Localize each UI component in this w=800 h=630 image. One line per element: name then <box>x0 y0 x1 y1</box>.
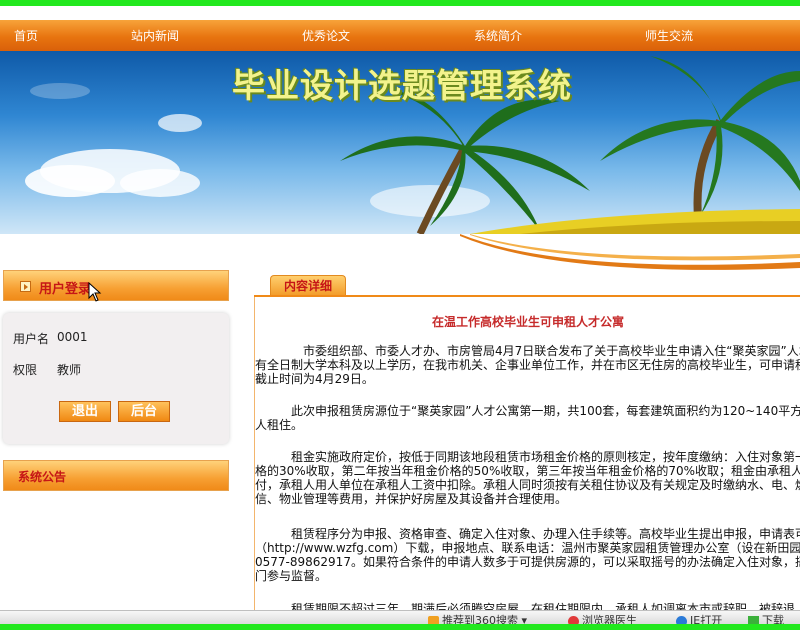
banner-swoosh <box>460 234 800 270</box>
article-paragraph: 市委组织部、市委人才办、市房管局4月7日联合发布了关于高校毕业生申请入住“聚英家… <box>255 344 800 386</box>
main-nav: 首页 站内新闻 优秀论文 系统简介 师生交流 <box>0 20 800 51</box>
article-line: 格的30%收取，第二年按当年租金价格的50%收取，第三年按当年租金价格的70%收… <box>255 464 800 478</box>
login-box-title: 用户登录 <box>39 282 92 297</box>
article-title: 在温工作高校毕业生可申租人才公寓 <box>431 315 624 329</box>
article-paragraph: 此次申报租赁房源位于“聚英家园”人才公寓第一期，共100套，每套建筑面积约为12… <box>255 404 800 432</box>
browser-status-bar: 推荐到360搜索 ▾ 浏览器医生 IE打开 下载 <box>0 610 800 627</box>
article-paragraph: 租赁期限不超过三年，期满后必须腾空房屋。在租住期限内，承租人如调离本市或辞职、被… <box>255 602 800 610</box>
mouse-cursor-icon <box>88 282 102 302</box>
article-line: 信、物业管理等费用，并保护好房屋及其设备并合理使用。 <box>255 492 568 506</box>
window-frame-bottom <box>0 624 800 630</box>
admin-button[interactable]: 后台 <box>118 401 170 422</box>
article-panel: 在温工作高校毕业生可申租人才公寓 市委组织部、市委人才办、市房管局4月7日联合发… <box>254 297 800 610</box>
article-line: 0577-89862917。如果符合条件的申请人数多于可提供房源的，可以采取摇号… <box>255 555 800 569</box>
article-line: 此次申报租赁房源位于“聚英家园”人才公寓第一期，共100套，每套建筑面积约为12… <box>255 404 800 418</box>
box-arrow-icon <box>20 281 31 292</box>
article-line: 租金实施政府定价，按低于同期该地段租赁市场租金价格的原则核定，按年度缴纳：入住对… <box>255 450 800 464</box>
username-label: 用户名 <box>13 332 50 346</box>
article-line: （http://www.wzfg.com）下载，申报地点、联系电话：温州市聚英家… <box>255 541 800 555</box>
login-panel: 用户名 0001 权限 教师 退出 后台 <box>3 313 229 444</box>
login-box-header: 用户登录 <box>3 270 229 301</box>
content-area: 内容详细 在温工作高校毕业生可申租人才公寓 市委组织部、市委人才办、市房管局4月… <box>254 270 800 610</box>
header-banner: 毕业设计选题管理系统 <box>0 51 800 234</box>
nav-excellent-papers[interactable]: 优秀论文 <box>302 27 350 44</box>
article-line: 有全日制大学本科及以上学历，在我市机关、企事业单位工作，并在市区无住房的高校毕业… <box>255 358 800 372</box>
article-line: 租赁程序分为申报、资格审查、确定入住对象、办理入住手续等。高校毕业生提出申报，申… <box>255 527 800 541</box>
notice-box-title: 系统公告 <box>18 470 67 484</box>
article-paragraph: 租金实施政府定价，按低于同期该地段租赁市场租金价格的原则核定，按年度缴纳：入住对… <box>255 450 800 506</box>
role-value: 教师 <box>57 363 82 377</box>
username-value: 0001 <box>57 330 88 344</box>
article-line: 人租住。 <box>255 418 304 432</box>
notice-box-header: 系统公告 <box>3 460 229 491</box>
nav-teacher-student[interactable]: 师生交流 <box>645 27 693 44</box>
article-paragraph: 租赁程序分为申报、资格审查、确定入住对象、办理入住手续等。高校毕业生提出申报，申… <box>255 527 800 583</box>
article-line: 付，承租人用人单位在承租人工资中扣除。承租人同时须按有关租住协议及有关规定及时缴… <box>255 478 800 492</box>
nav-home[interactable]: 首页 <box>14 27 38 44</box>
article-line: 截止时间为4月29日。 <box>255 372 374 386</box>
role-label: 权限 <box>13 363 38 377</box>
nav-site-news[interactable]: 站内新闻 <box>131 27 179 44</box>
tab-content-detail[interactable]: 内容详细 <box>270 275 346 296</box>
logout-button[interactable]: 退出 <box>59 401 111 422</box>
article-line: 租赁期限不超过三年，期满后必须腾空房屋。在租住期限内，承租人如调离本市或辞职、被… <box>255 602 800 610</box>
left-sidebar: 用户登录 用户名 0001 权限 教师 退出 后台 <box>3 270 229 444</box>
nav-system-intro[interactable]: 系统简介 <box>474 27 522 44</box>
article-line: 市委组织部、市委人才办、市房管局4月7日联合发布了关于高校毕业生申请入住“聚英家… <box>255 344 800 358</box>
banner-title: 毕业设计选题管理系统 <box>232 66 572 105</box>
article-line: 门参与监督。 <box>255 569 328 583</box>
top-spacer <box>0 6 800 20</box>
